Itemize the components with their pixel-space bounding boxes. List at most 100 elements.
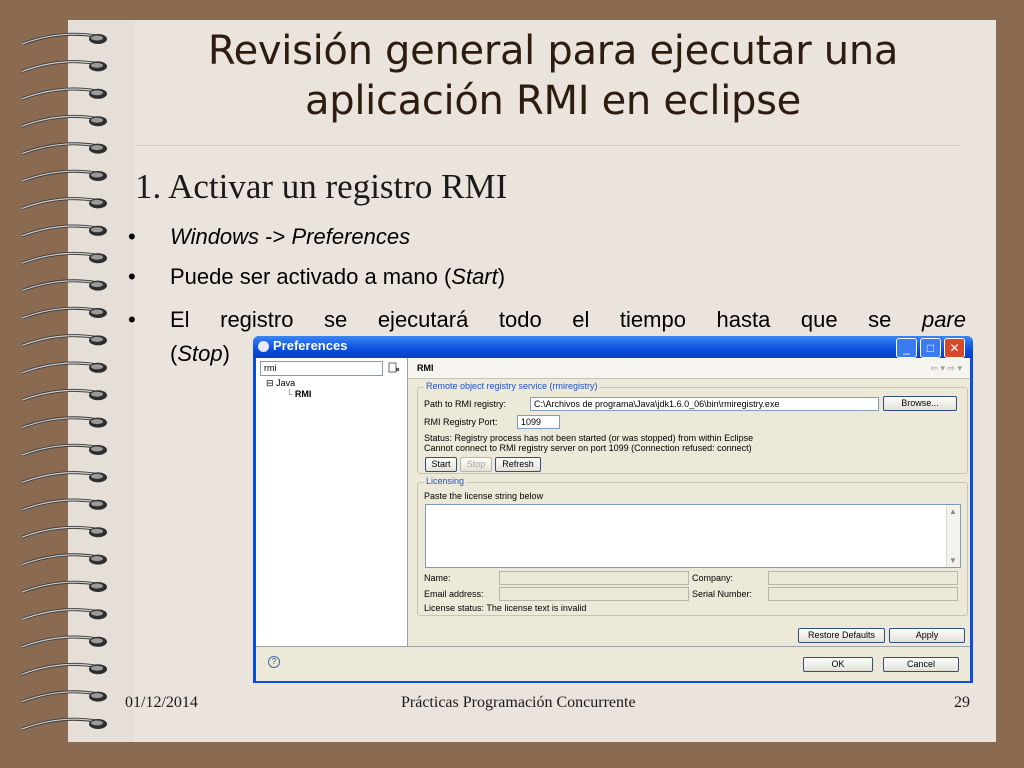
bullet-part: ) (222, 341, 230, 366)
footer-date: 01/12/2014 (125, 694, 198, 711)
bullet-part: Puede ser activado a mano ( (170, 264, 452, 289)
email-field (499, 587, 689, 601)
preference-page: RMI ⇦ ▾ ⇨ ▾ Remote object registry servi… (408, 358, 970, 646)
tree-item-label: Java (276, 378, 296, 388)
slide-title: Revisión general para ejecutar una aplic… (110, 26, 996, 126)
scroll-up-icon[interactable]: ▲ (949, 507, 957, 516)
bullet-text: El registro se ejecutará todo el tiempo … (170, 307, 966, 333)
ok-button[interactable]: OK (803, 657, 873, 672)
eclipse-icon (258, 341, 269, 352)
preferences-dialog: Preferences _ □ ✕ rmi ⊟ Java └ RMI RMI ⇦… (253, 336, 973, 683)
refresh-button[interactable]: Refresh (495, 457, 541, 472)
spiral-ring (21, 471, 107, 484)
apply-button[interactable]: Apply (889, 628, 965, 643)
registry-group-title: Remote object registry service (rmiregis… (424, 381, 600, 391)
spiral-ring (21, 251, 107, 265)
spiral-ring (21, 87, 107, 101)
bullet-em: Stop (177, 341, 223, 366)
minimize-button[interactable]: _ (896, 338, 917, 358)
preference-tree-pane: rmi ⊟ Java └ RMI (256, 358, 408, 646)
spiral-ring (21, 169, 107, 183)
spiral-ring (21, 580, 107, 594)
spiral-ring (21, 717, 107, 731)
preference-tree: ⊟ Java └ RMI (266, 378, 311, 400)
maximize-button[interactable]: □ (920, 338, 941, 358)
spiral-ring (21, 525, 107, 539)
close-button[interactable]: ✕ (944, 338, 965, 358)
bullet-em: Preferences (291, 224, 411, 249)
spiral-ring (21, 224, 107, 238)
help-icon[interactable]: ? (268, 656, 280, 668)
licensing-group-title: Licensing (424, 476, 467, 486)
tree-item-label: RMI (294, 389, 312, 399)
serial-label: Serial Number: (692, 589, 753, 599)
footer-page-number: 29 (954, 694, 970, 711)
serial-field (768, 587, 958, 601)
bullet-glyph: • (128, 264, 136, 289)
name-field (499, 571, 689, 585)
slide-title-line1: Revisión general para ejecutar una (207, 28, 899, 74)
dialog-title: Preferences (273, 338, 348, 353)
name-label: Name: (424, 573, 451, 583)
spiral-ring (21, 388, 107, 402)
spiral-ring (21, 662, 107, 676)
spiral-ring (21, 498, 107, 512)
spiral-ring (21, 635, 107, 649)
bullet-text: Puede ser activado a mano (Start) (170, 264, 505, 290)
footer-title: Prácticas Programación Concurrente (401, 694, 636, 711)
scroll-down-icon[interactable]: ▼ (949, 556, 957, 565)
company-label: Company: (692, 573, 734, 583)
bullet-glyph: • (128, 224, 136, 249)
spiral-ring (21, 443, 107, 457)
stop-button: Stop (460, 457, 492, 472)
status-line1: Status: Registry process has not been st… (424, 433, 754, 443)
title-divider (135, 145, 960, 146)
bullet-text: Windows -> Preferences (170, 224, 410, 250)
path-field[interactable]: C:\Archivos de programa\Java\jdk1.6.0_06… (530, 397, 879, 411)
bullet-part: ) (497, 264, 506, 289)
license-status: License status: The license text is inva… (424, 603, 587, 613)
bullet-continuation: (Stop) (170, 341, 230, 367)
spiral-ring (21, 279, 107, 293)
tree-item-rmi[interactable]: └ RMI (266, 389, 311, 400)
start-button[interactable]: Start (425, 457, 457, 472)
registry-group: Remote object registry service (rmiregis… (417, 381, 968, 474)
dialog-titlebar[interactable]: Preferences _ □ ✕ (253, 336, 973, 358)
spiral-ring (21, 553, 107, 567)
dialog-body: rmi ⊟ Java └ RMI RMI ⇦ ▾ ⇨ ▾ Remote obje… (256, 358, 970, 681)
bullet-em: pare (921, 307, 966, 332)
page-header: RMI ⇦ ▾ ⇨ ▾ (408, 358, 970, 379)
browse-button[interactable]: Browse... (883, 396, 957, 411)
filter-input[interactable]: rmi (260, 361, 383, 376)
spiral-ring (21, 608, 107, 621)
spiral-ring (21, 142, 107, 156)
tree-item-java[interactable]: ⊟ Java (266, 378, 311, 389)
clear-filter-icon[interactable] (388, 362, 400, 373)
port-field[interactable]: 1099 (517, 415, 560, 429)
bullet-em: Windows (170, 224, 260, 249)
bullet-part: El registro se ejecutará todo el tiempo … (170, 307, 922, 332)
license-textarea[interactable]: ▲ ▼ (425, 504, 961, 568)
company-field (768, 571, 958, 585)
email-label: Email address: (424, 589, 484, 599)
spiral-ring (21, 32, 107, 46)
collapse-icon[interactable]: ⊟ (266, 378, 274, 388)
spiral-ring (21, 416, 107, 430)
spiral-ring (21, 114, 107, 128)
cancel-button[interactable]: Cancel (883, 657, 959, 672)
spiral-ring (21, 197, 107, 210)
spiral-ring (21, 334, 107, 347)
status-line2: Cannot connect to RMI registry server on… (424, 443, 752, 453)
path-label: Path to RMI registry: (424, 399, 507, 409)
tree-connector: └ (286, 389, 293, 399)
port-label: RMI Registry Port: (424, 417, 498, 427)
nav-arrows[interactable]: ⇦ ▾ ⇨ ▾ (930, 363, 962, 374)
bullet-em: Start (451, 264, 498, 289)
paste-label: Paste the license string below (424, 491, 544, 501)
restore-defaults-button[interactable]: Restore Defaults (798, 628, 885, 643)
spiral-ring (21, 306, 107, 320)
dialog-button-bar: ? OK Cancel (256, 646, 970, 681)
slide-subtitle: 1. Activar un registro RMI (135, 167, 508, 206)
page-title: RMI (417, 363, 434, 373)
license-scrollbar[interactable]: ▲ ▼ (946, 505, 960, 567)
